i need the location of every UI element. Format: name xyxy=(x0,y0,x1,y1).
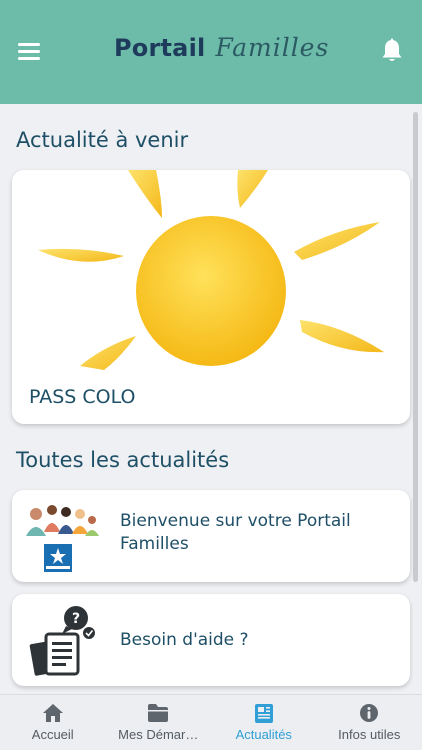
svg-text:?: ? xyxy=(72,611,80,627)
all-news-section-title: Toutes les actualités xyxy=(16,448,230,472)
bell-icon xyxy=(382,38,402,61)
tab-actualites[interactable]: Actualités xyxy=(211,695,317,750)
tab-accueil[interactable]: Accueil xyxy=(0,695,106,750)
tab-infos-utiles[interactable]: Infos utiles xyxy=(317,695,422,750)
home-icon xyxy=(42,704,63,722)
sun-illustration xyxy=(38,170,384,370)
hamburger-icon xyxy=(18,43,40,46)
tab-label: Infos utiles xyxy=(338,727,401,742)
logo-main-text: Portail xyxy=(114,34,206,62)
tab-label: Mes Démar… xyxy=(118,727,199,742)
app-logo: Portail Familles xyxy=(114,33,329,73)
app-header: Portail Familles xyxy=(0,0,422,104)
help-documents-icon: ? xyxy=(29,606,95,676)
tab-mes-demarches[interactable]: Mes Démar… xyxy=(106,695,212,750)
featured-news-title: PASS COLO xyxy=(29,386,136,408)
logo-script-text: Familles xyxy=(215,33,330,62)
scrollbar[interactable] xyxy=(413,112,418,582)
menu-button[interactable] xyxy=(18,43,40,61)
news-item-title: Bienvenue sur votre Portail Familles xyxy=(120,511,351,554)
news-item-welcome[interactable]: Bienvenue sur votre Portail Familles xyxy=(12,490,410,582)
bottom-tab-bar: Accueil Mes Démar… Actualités Infos util… xyxy=(0,694,422,750)
news-item-help[interactable]: ? Besoin d'aide ? xyxy=(12,594,410,686)
info-icon xyxy=(360,704,379,722)
notifications-button[interactable] xyxy=(380,38,404,66)
tab-label: Accueil xyxy=(31,727,74,742)
families-caf-illustration xyxy=(22,500,100,572)
folder-icon xyxy=(148,704,169,722)
tab-label: Actualités xyxy=(235,727,292,742)
featured-news-card[interactable]: PASS COLO xyxy=(12,170,410,424)
upcoming-section-title: Actualité à venir xyxy=(16,128,189,152)
news-content[interactable]: Actualité à venir PASS COLO Toutes les a… xyxy=(0,104,422,694)
newspaper-icon xyxy=(254,704,273,723)
news-item-title: Besoin d'aide ? xyxy=(120,630,249,650)
